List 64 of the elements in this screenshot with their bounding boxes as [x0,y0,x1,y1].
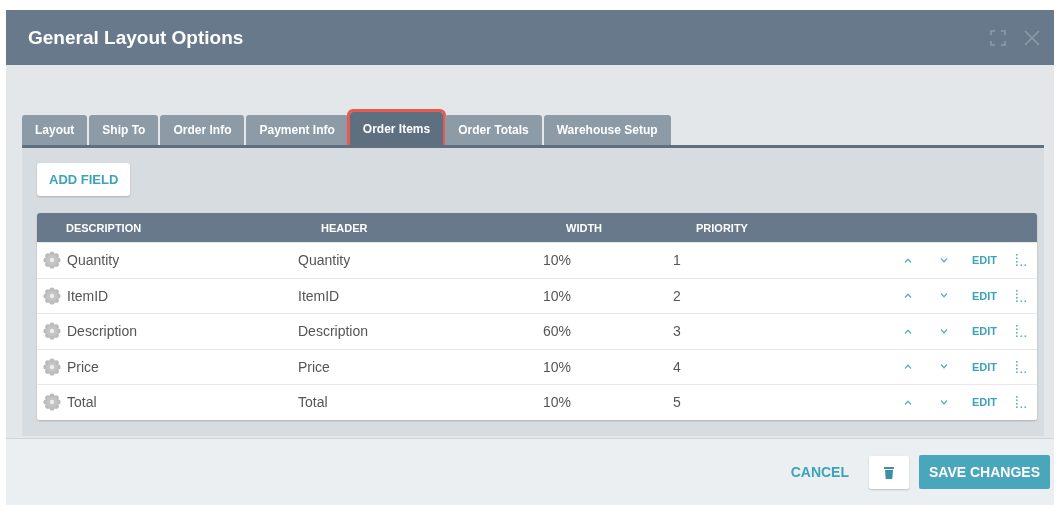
gear-icon [43,357,61,376]
save-changes-button[interactable]: SAVE CHANGES [919,455,1050,489]
column-header: DESCRIPTION [66,221,143,234]
gear-icon [43,393,61,412]
table-cell-text: 10% [543,358,573,375]
table-cell-text: Price [298,358,331,375]
move-up-icon[interactable] [903,257,912,263]
edit-link[interactable]: EDIT [971,254,997,267]
move-down-icon[interactable] [939,257,948,263]
dotted-handle-icon[interactable] [1015,360,1027,373]
trash-icon [884,465,894,479]
fullscreen-icon[interactable] [990,29,1006,46]
move-down-icon[interactable] [939,364,948,370]
table-cell: Total [67,394,97,411]
edit-link[interactable]: EDIT [971,289,997,302]
table-cell-text: Quantity [298,252,352,269]
dotted-handle-icon[interactable] [1015,396,1027,409]
edit-link[interactable]: EDIT [971,360,997,373]
close-icon[interactable] [1024,29,1040,46]
table-cell-text: 10% [543,394,573,411]
column-header: WIDTH [566,221,604,234]
column-header: PRIORITY [696,221,749,234]
table-cell-text: 3 [673,323,682,340]
move-down-icon[interactable] [939,293,948,299]
table-cell-text: Total [298,394,329,411]
gear-icon [43,251,61,270]
table-cell-text: 4 [673,358,682,375]
table-cell-text: 5 [673,394,682,411]
move-up-icon[interactable] [903,364,912,370]
move-up-icon[interactable] [903,293,912,299]
table-cell-text: Description [298,323,370,340]
table-cell: ItemID [67,287,109,304]
tab[interactable]: Order Info [160,115,245,145]
column-header: HEADER [321,221,369,234]
table-cell-text: 1 [673,252,682,269]
table-cell-text: 10% [543,252,573,269]
cancel-button[interactable]: CANCEL [784,463,855,481]
dotted-handle-icon[interactable] [1015,289,1027,302]
gear-icon [43,286,61,305]
add-field-button[interactable]: ADD FIELD [37,163,131,196]
dotted-handle-icon[interactable] [1015,325,1027,338]
tab[interactable]: Warehouse Setup [543,115,671,145]
tab[interactable]: Order Totals [445,115,542,145]
edit-link[interactable]: EDIT [971,325,997,338]
move-down-icon[interactable] [939,399,948,405]
table-cell-text: 60% [543,323,573,340]
window-title: General Layout Options [28,26,245,49]
move-up-icon[interactable] [903,399,912,405]
delete-button[interactable] [869,455,909,489]
tab[interactable]: Order Items [349,112,444,145]
table-cell-text: 2 [673,287,682,304]
table-cell: Quantity [67,252,120,269]
gear-icon [43,322,61,341]
dotted-handle-icon[interactable] [1015,254,1027,267]
table-cell-text: ItemID [298,287,341,304]
move-down-icon[interactable] [939,328,948,334]
table-cell: Price [67,358,99,375]
table-cell: Description [67,323,138,340]
edit-link[interactable]: EDIT [971,396,997,409]
move-up-icon[interactable] [903,328,912,334]
table-cell-text: 10% [543,287,573,304]
tab[interactable]: Layout [22,115,88,145]
tab[interactable]: Payment Info [246,115,348,145]
tab[interactable]: Ship To [89,115,159,145]
